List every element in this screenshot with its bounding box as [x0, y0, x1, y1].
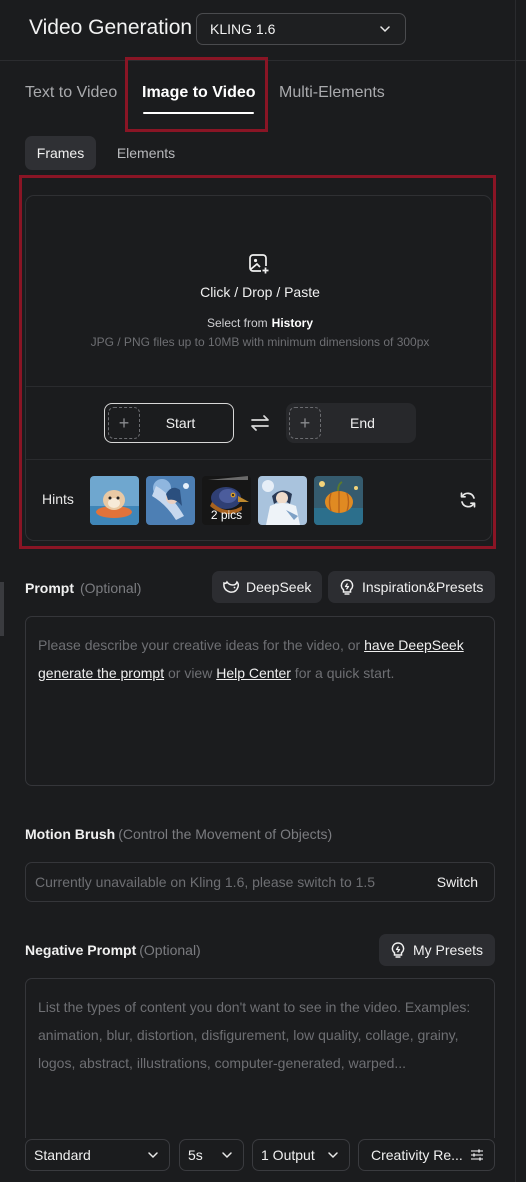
prompt-optional: (Optional) — [80, 580, 142, 596]
tab-multi-elements[interactable]: Multi-Elements — [279, 84, 385, 102]
chevron-down-icon — [380, 26, 390, 33]
chevron-down-icon — [222, 1152, 232, 1159]
creativity-relevance-button[interactable]: Creativity Re... — [358, 1139, 495, 1171]
duration-select[interactable]: 5s — [179, 1139, 244, 1171]
panel-edge — [515, 0, 516, 1182]
subtab-frames[interactable]: Frames — [25, 136, 96, 170]
help-center-link[interactable]: Help Center — [216, 665, 291, 681]
chevron-down-icon — [148, 1152, 158, 1159]
prompt-placeholder-text: for a quick start. — [290, 665, 395, 681]
creativity-value: Creativity Re... — [371, 1147, 463, 1163]
model-select-value: KLING 1.6 — [210, 21, 276, 37]
chevron-down-icon — [328, 1152, 338, 1159]
mode-value: Standard — [34, 1147, 91, 1163]
inspiration-presets-label: Inspiration&Presets — [362, 579, 484, 595]
output-count-select[interactable]: 1 Output — [252, 1139, 350, 1171]
motion-brush-field: Currently unavailable on Kling 1.6, plea… — [25, 862, 495, 902]
page-title: Video Generation — [29, 16, 193, 39]
deepseek-icon — [223, 580, 240, 593]
mode-select[interactable]: Standard — [25, 1139, 170, 1171]
panel-resize-handle[interactable] — [0, 582, 4, 636]
negative-prompt-input[interactable]: List the types of content you don't want… — [25, 978, 495, 1138]
negative-prompt-title: Negative Prompt — [25, 942, 137, 958]
sliders-icon — [471, 1149, 483, 1161]
prompt-title: Prompt — [25, 580, 74, 596]
model-select[interactable]: KLING 1.6 — [196, 13, 406, 45]
lightbulb-icon — [391, 942, 405, 958]
prompt-label: Prompt (Optional) — [25, 580, 141, 596]
deepseek-button[interactable]: DeepSeek — [212, 571, 322, 603]
lightbulb-icon — [340, 579, 354, 595]
negative-prompt-placeholder: List the types of content you don't want… — [38, 999, 471, 1071]
negative-prompt-label: Negative Prompt (Optional) — [25, 942, 201, 958]
duration-value: 5s — [188, 1147, 203, 1163]
switch-button[interactable]: Switch — [437, 874, 478, 890]
prompt-input[interactable]: Please describe your creative ideas for … — [25, 616, 495, 786]
motion-brush-placeholder: Currently unavailable on Kling 1.6, plea… — [35, 874, 376, 890]
deepseek-label: DeepSeek — [246, 579, 312, 595]
prompt-placeholder-text: Please describe your creative ideas for … — [38, 637, 365, 653]
inspiration-presets-button[interactable]: Inspiration&Presets — [328, 571, 495, 603]
highlight-box-upload — [19, 175, 496, 549]
highlight-box-tab — [125, 57, 268, 132]
my-presets-button[interactable]: My Presets — [379, 934, 495, 966]
negative-prompt-optional: (Optional) — [139, 942, 201, 958]
output-count-value: 1 Output — [261, 1147, 315, 1163]
motion-brush-title: Motion Brush — [25, 826, 116, 842]
tab-text-to-video[interactable]: Text to Video — [25, 84, 117, 102]
my-presets-label: My Presets — [413, 942, 484, 958]
motion-brush-subtitle: (Control the Movement of Objects) — [118, 826, 333, 842]
motion-brush-label: Motion Brush (Control the Movement of Obj… — [25, 826, 332, 842]
prompt-placeholder-text: or view — [164, 665, 217, 681]
subtab-elements[interactable]: Elements — [106, 136, 186, 170]
